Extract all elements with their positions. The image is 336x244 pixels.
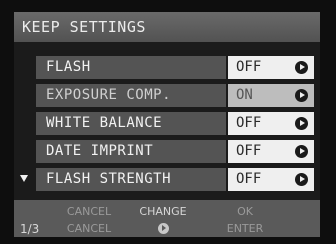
setting-label: FLASH STRENGTH (36, 168, 226, 191)
setting-value-text: OFF (236, 115, 262, 131)
setting-value-text: OFF (236, 143, 262, 159)
button-guide-bar: 1/3 CANCEL CHANGE OK CANCEL ENTER (14, 200, 320, 237)
setting-row-flash[interactable]: FLASH OFF (14, 56, 320, 79)
setting-value-text: OFF (236, 59, 262, 75)
down-triangle-icon (20, 175, 28, 182)
right-arrow-circle-icon[interactable] (295, 61, 308, 74)
setting-row-date-imprint[interactable]: DATE IMPRINT OFF (14, 140, 320, 163)
ok-guide-label: OK (237, 205, 253, 218)
setting-value[interactable]: OFF (228, 112, 314, 135)
setting-value[interactable]: ON (228, 84, 314, 107)
right-arrow-circle-icon[interactable] (295, 173, 308, 186)
setting-row-exposure-comp[interactable]: EXPOSURE COMP. ON (14, 84, 320, 107)
setting-value-text: ON (236, 87, 253, 103)
right-arrow-circle-icon[interactable] (295, 117, 308, 130)
setting-value[interactable]: OFF (228, 56, 314, 79)
camera-menu-screen: KEEP SETTINGS FLASH OFF EXPOSURE COMP. O… (14, 12, 320, 237)
enter-button[interactable]: ENTER (210, 222, 280, 235)
cancel-button[interactable]: CANCEL (54, 222, 124, 235)
setting-label: FLASH (36, 56, 226, 79)
right-arrow-circle-icon[interactable] (295, 89, 308, 102)
page-indicator: 1/3 (20, 222, 40, 236)
setting-value[interactable]: OFF (228, 140, 314, 163)
menu-title: KEEP SETTINGS (14, 12, 320, 42)
setting-label: EXPOSURE COMP. (36, 84, 226, 107)
change-guide-label: CHANGE (139, 205, 187, 218)
setting-label: WHITE BALANCE (36, 112, 226, 135)
setting-label: DATE IMPRINT (36, 140, 226, 163)
setting-value[interactable]: OFF (228, 168, 314, 191)
setting-value-text: OFF (236, 171, 262, 187)
right-arrow-circle-icon[interactable] (158, 223, 169, 234)
right-arrow-circle-icon[interactable] (295, 145, 308, 158)
cancel-guide-label: CANCEL (66, 205, 112, 218)
setting-row-white-balance[interactable]: WHITE BALANCE OFF (14, 112, 320, 135)
setting-row-flash-strength[interactable]: FLASH STRENGTH OFF (14, 168, 320, 191)
